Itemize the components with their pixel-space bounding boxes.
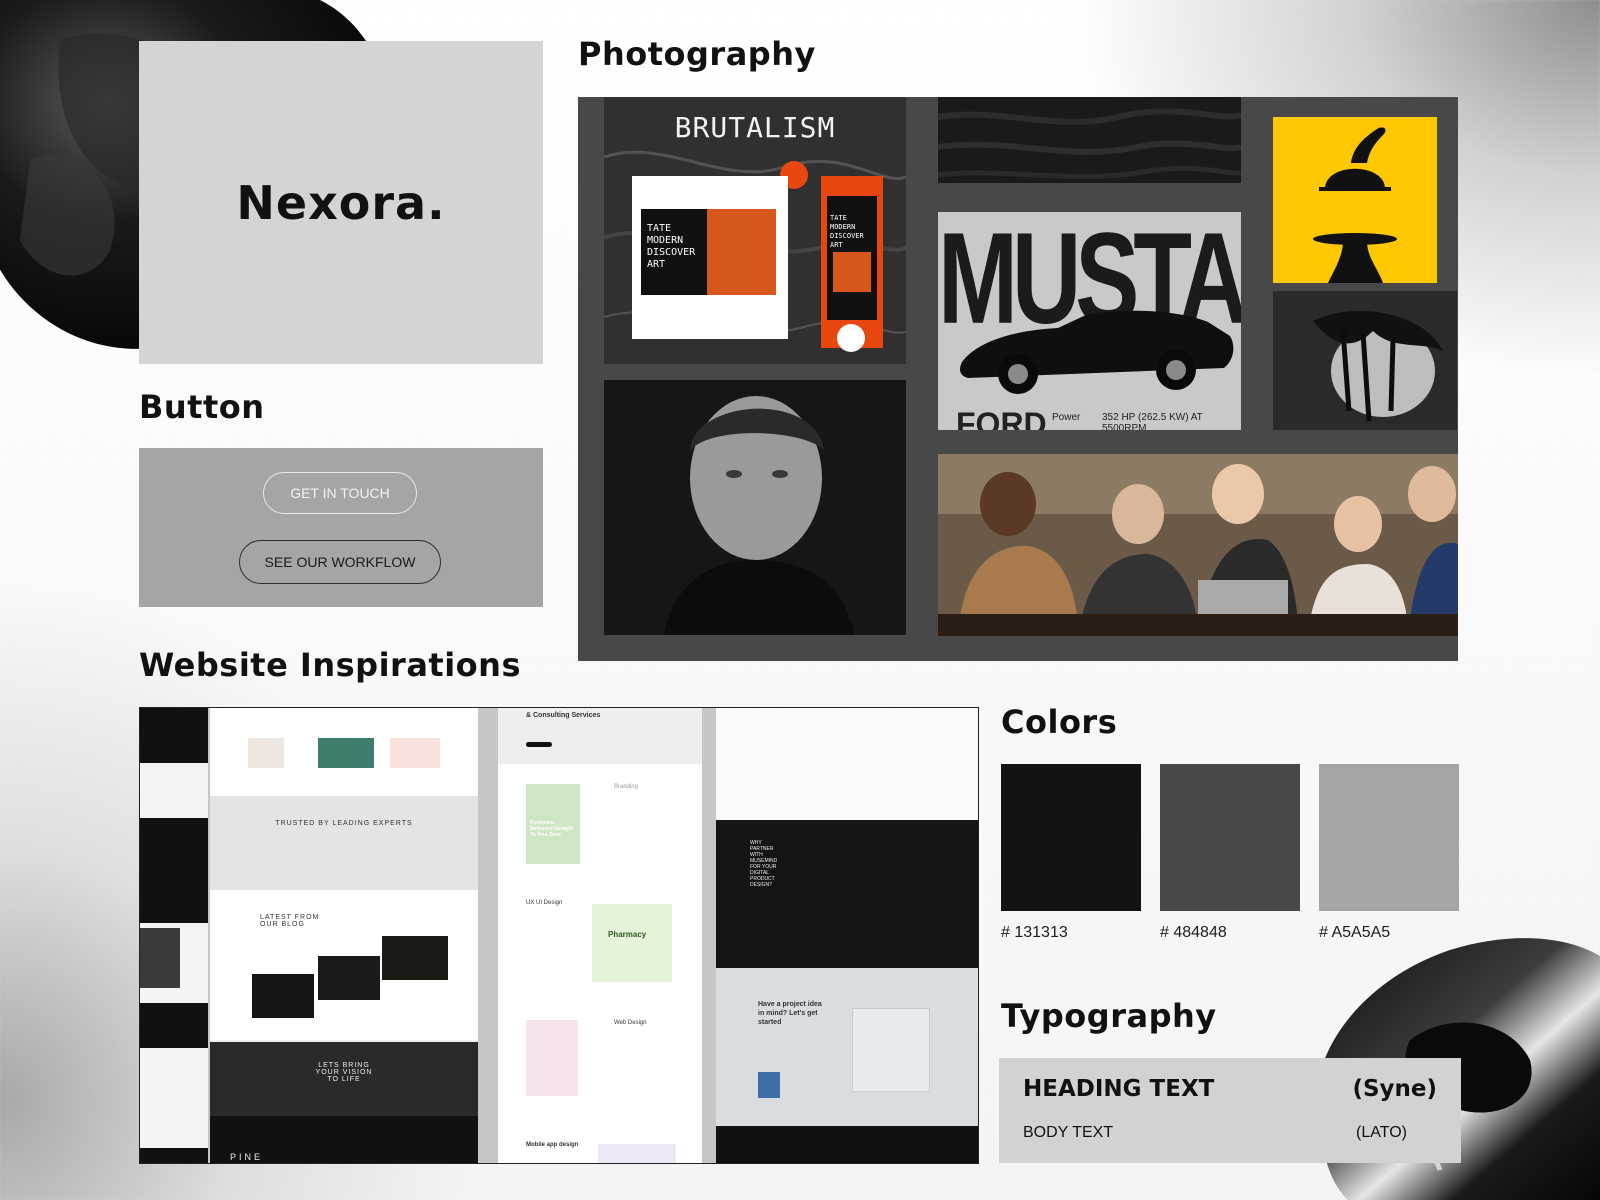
phone-screen: TATE MODERN DISCOVER ART — [827, 196, 877, 320]
brand-logo: Nexora. — [236, 175, 446, 230]
section-title-typography: Typography — [1001, 997, 1217, 1035]
inspiration-musemind-site: WHY PARTNER WITH MUSEMIND FOR YOUR DIGIT… — [716, 708, 978, 1163]
brutalism-title: BRUTALISM — [674, 111, 836, 144]
body-text-sample: BODY TEXT — [1023, 1124, 1114, 1141]
pine-footer: PINE — [210, 1116, 478, 1163]
mustang-power-label: Power — [1052, 412, 1081, 423]
color-swatch-484848 — [1160, 764, 1300, 911]
musemind-why-heading: WHY PARTNER WITH MUSEMIND FOR YOUR DIGIT… — [750, 840, 778, 888]
typography-card: HEADING TEXT (Syne) BODY TEXT (LATO) — [999, 1058, 1461, 1163]
services-branding-label: Branding — [614, 784, 639, 790]
pine-blog-photo — [252, 974, 314, 1018]
section-title-colors: Colors — [1001, 703, 1118, 741]
sliver-white-block — [140, 1048, 208, 1148]
poster-inner: TATE MODERN DISCOVER ART — [641, 209, 776, 295]
services-hero: & Consulting Services — [498, 708, 702, 764]
mustang-spec: 352 HP (262.5 KW) AT 5500RPM — [1102, 412, 1203, 430]
button-samples-card: GET IN TOUCH SEE OUR WORKFLOW — [139, 448, 543, 607]
pine-blog-section: LATEST FROM OUR BLOG — [210, 890, 478, 1040]
musemind-top — [716, 708, 978, 820]
inspiration-pine-site: TRUSTED BY LEADING EXPERTS LATEST FROM O… — [210, 708, 478, 1163]
services-hero-button — [526, 742, 552, 747]
poster-card: TATE MODERN DISCOVER ART — [632, 176, 788, 339]
musemind-footer — [716, 1126, 978, 1163]
musemind-contact-form — [852, 1008, 930, 1092]
wet-hair-portrait-tile — [1273, 291, 1457, 430]
musemind-contact-section: Have a project idea in mind? Let's get s… — [716, 968, 978, 1126]
pine-blog-photo — [382, 936, 448, 980]
sand-ripples — [938, 108, 1241, 179]
color-label-a5a5a5: # A5A5A5 — [1319, 924, 1391, 941]
white-circle — [837, 324, 865, 352]
inspiration-dark-sliver — [140, 708, 208, 1163]
logo-card: Nexora. — [139, 41, 543, 364]
color-swatch-a5a5a5 — [1319, 764, 1459, 911]
heading-font-name: (Syne) — [1352, 1076, 1437, 1102]
team-meeting-photo — [938, 454, 1458, 636]
services-web-label: Web Design — [614, 1020, 647, 1026]
services-mobile-image — [598, 1144, 676, 1163]
services-heading: & Consulting Services — [526, 712, 601, 719]
musemind-avatar — [758, 1072, 780, 1098]
photography-panel: BRUTALISM TATE MODERN DISCOVER ART TATE … — [578, 97, 1458, 661]
section-title-website-inspirations: Website Inspirations — [139, 646, 521, 684]
services-mobile-label: Mobile app design — [526, 1142, 579, 1148]
see-our-workflow-button[interactable]: SEE OUR WORKFLOW — [239, 540, 441, 584]
phone-text: TATE MODERN DISCOVER ART — [830, 214, 864, 249]
heading-text-sample: HEADING TEXT — [1023, 1076, 1215, 1102]
phone-mockup: TATE MODERN DISCOVER ART — [821, 176, 883, 352]
inspiration-services-site: & Consulting Services Freshness Delivere… — [498, 708, 702, 1163]
cloche-hand-illustration — [1313, 127, 1397, 283]
pine-thumb — [390, 738, 440, 768]
color-swatch-131313 — [1001, 764, 1141, 911]
pine-trusted-section: TRUSTED BY LEADING EXPERTS — [210, 796, 478, 890]
website-inspirations-panel: TRUSTED BY LEADING EXPERTS LATEST FROM O… — [139, 707, 979, 1164]
portrait-man-photo — [664, 396, 854, 635]
services-web-image — [526, 1020, 578, 1096]
services-branding-card-text: Freshness Delivered Straight To Your Doo… — [530, 820, 573, 838]
sliver-white-block — [140, 763, 208, 818]
poster-text: TATE MODERN DISCOVER ART — [647, 223, 696, 270]
pine-trusted-heading: TRUSTED BY LEADING EXPERTS — [275, 820, 413, 827]
pine-footer-logo: PINE — [230, 1152, 264, 1162]
color-label-484848: # 484848 — [1160, 924, 1227, 941]
musemind-project-heading: Have a project idea in mind? Let's get s… — [758, 1001, 822, 1026]
pine-thumb — [318, 738, 374, 768]
phone-orange-photo — [833, 252, 871, 292]
services-pharmacy-image: Pharmacy — [592, 904, 672, 982]
services-ux-label: UX UI Design — [526, 900, 563, 906]
poster-orange-photo — [707, 209, 776, 295]
pine-blog-photo — [318, 956, 380, 1000]
black-sand-texture-tile — [938, 97, 1241, 183]
pine-hero — [210, 708, 478, 796]
wet-hair-photo — [1313, 311, 1443, 422]
pine-cta-heading: LETS BRING YOUR VISION TO LIFE — [315, 1062, 373, 1083]
musemind-why-section: WHY PARTNER WITH MUSEMIND FOR YOUR DIGIT… — [716, 820, 978, 968]
color-label-131313: # 131313 — [1001, 924, 1068, 941]
get-in-touch-button[interactable]: GET IN TOUCH — [263, 472, 417, 514]
services-pharmacy-text: Pharmacy — [608, 930, 647, 939]
mustang-poster-tile: MUSTANG FORD Power 352 HP (262.5 KW) AT … — [938, 212, 1241, 430]
section-title-photography: Photography — [578, 35, 816, 73]
team-meeting-tile — [938, 454, 1458, 636]
brutalism-tile: BRUTALISM TATE MODERN DISCOVER ART TATE … — [604, 97, 906, 364]
mustang-brand: FORD — [956, 406, 1047, 430]
sliver-photo — [140, 928, 180, 988]
pine-cta-section: LETS BRING YOUR VISION TO LIFE — [210, 1042, 478, 1116]
body-font-name: (LATO) — [1356, 1124, 1407, 1141]
services-branding-image: Freshness Delivered Straight To Your Doo… — [526, 784, 580, 864]
portrait-man-tile — [604, 380, 906, 635]
black-car-silhouette — [960, 310, 1234, 394]
section-title-button: Button — [139, 388, 265, 426]
yellow-cloche-tile — [1273, 117, 1437, 283]
pine-blog-heading: LATEST FROM OUR BLOG — [260, 914, 320, 928]
pine-thumb — [248, 738, 284, 768]
